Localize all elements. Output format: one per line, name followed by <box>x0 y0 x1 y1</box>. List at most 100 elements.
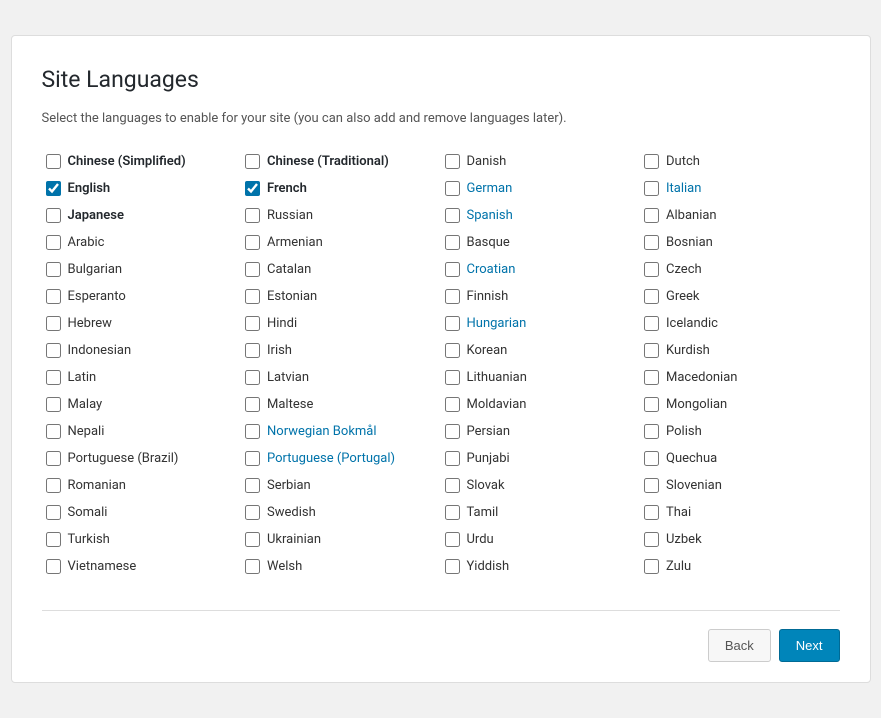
language-label-finnish[interactable]: Finnish <box>467 289 509 304</box>
language-label-portuguese-portugal[interactable]: Portuguese (Portugal) <box>267 451 395 466</box>
language-checkbox-persian[interactable] <box>445 424 460 439</box>
language-label-portuguese-brazil[interactable]: Portuguese (Brazil) <box>68 451 179 466</box>
language-label-korean[interactable]: Korean <box>467 343 508 358</box>
language-checkbox-greek[interactable] <box>644 289 659 304</box>
language-checkbox-zulu[interactable] <box>644 559 659 574</box>
language-checkbox-welsh[interactable] <box>245 559 260 574</box>
language-checkbox-albanian[interactable] <box>644 208 659 223</box>
language-label-yiddish[interactable]: Yiddish <box>467 559 510 574</box>
language-label-icelandic[interactable]: Icelandic <box>666 316 718 331</box>
language-checkbox-mongolian[interactable] <box>644 397 659 412</box>
language-checkbox-icelandic[interactable] <box>644 316 659 331</box>
language-label-esperanto[interactable]: Esperanto <box>68 289 126 304</box>
language-checkbox-french[interactable] <box>245 181 260 196</box>
language-label-serbian[interactable]: Serbian <box>267 478 311 493</box>
language-label-hindi[interactable]: Hindi <box>267 316 297 331</box>
language-checkbox-japanese[interactable] <box>46 208 61 223</box>
language-label-turkish[interactable]: Turkish <box>68 532 110 547</box>
language-checkbox-thai[interactable] <box>644 505 659 520</box>
language-label-estonian[interactable]: Estonian <box>267 289 317 304</box>
language-label-slovenian[interactable]: Slovenian <box>666 478 722 493</box>
language-checkbox-arabic[interactable] <box>46 235 61 250</box>
language-label-uzbek[interactable]: Uzbek <box>666 532 702 547</box>
language-checkbox-polish[interactable] <box>644 424 659 439</box>
language-label-croatian[interactable]: Croatian <box>467 262 516 277</box>
language-checkbox-norwegian-bokmal[interactable] <box>245 424 260 439</box>
language-label-nepali[interactable]: Nepali <box>68 424 105 439</box>
language-label-indonesian[interactable]: Indonesian <box>68 343 132 358</box>
language-label-bulgarian[interactable]: Bulgarian <box>68 262 123 277</box>
language-label-maltese[interactable]: Maltese <box>267 397 313 412</box>
language-label-german[interactable]: German <box>467 181 513 196</box>
language-label-armenian[interactable]: Armenian <box>267 235 323 250</box>
language-label-slovak[interactable]: Slovak <box>467 478 505 493</box>
language-label-english[interactable]: English <box>68 181 111 196</box>
language-label-basque[interactable]: Basque <box>467 235 510 250</box>
language-label-catalan[interactable]: Catalan <box>267 262 311 277</box>
language-checkbox-portuguese-portugal[interactable] <box>245 451 260 466</box>
language-checkbox-romanian[interactable] <box>46 478 61 493</box>
language-label-swedish[interactable]: Swedish <box>267 505 316 520</box>
language-checkbox-malay[interactable] <box>46 397 61 412</box>
language-checkbox-german[interactable] <box>445 181 460 196</box>
language-checkbox-maltese[interactable] <box>245 397 260 412</box>
language-label-urdu[interactable]: Urdu <box>467 532 494 547</box>
language-label-kurdish[interactable]: Kurdish <box>666 343 710 358</box>
language-label-latin[interactable]: Latin <box>68 370 97 385</box>
next-button[interactable]: Next <box>779 629 840 662</box>
language-checkbox-chinese-traditional[interactable] <box>245 154 260 169</box>
language-checkbox-hungarian[interactable] <box>445 316 460 331</box>
language-label-thai[interactable]: Thai <box>666 505 691 520</box>
language-checkbox-basque[interactable] <box>445 235 460 250</box>
language-checkbox-moldavian[interactable] <box>445 397 460 412</box>
language-checkbox-esperanto[interactable] <box>46 289 61 304</box>
language-label-french[interactable]: French <box>267 181 307 196</box>
language-checkbox-yiddish[interactable] <box>445 559 460 574</box>
language-label-arabic[interactable]: Arabic <box>68 235 105 250</box>
language-label-danish[interactable]: Danish <box>467 154 507 169</box>
language-label-norwegian-bokmal[interactable]: Norwegian Bokmål <box>267 424 377 439</box>
language-checkbox-chinese-simplified[interactable] <box>46 154 61 169</box>
language-label-moldavian[interactable]: Moldavian <box>467 397 527 412</box>
language-checkbox-hindi[interactable] <box>245 316 260 331</box>
language-label-chinese-traditional[interactable]: Chinese (Traditional) <box>267 154 389 169</box>
language-label-polish[interactable]: Polish <box>666 424 702 439</box>
language-label-persian[interactable]: Persian <box>467 424 511 439</box>
language-label-greek[interactable]: Greek <box>666 289 700 304</box>
language-label-macedonian[interactable]: Macedonian <box>666 370 737 385</box>
language-checkbox-bosnian[interactable] <box>644 235 659 250</box>
language-checkbox-indonesian[interactable] <box>46 343 61 358</box>
language-label-italian[interactable]: Italian <box>666 181 701 196</box>
language-checkbox-danish[interactable] <box>445 154 460 169</box>
language-checkbox-punjabi[interactable] <box>445 451 460 466</box>
language-checkbox-nepali[interactable] <box>46 424 61 439</box>
language-label-tamil[interactable]: Tamil <box>467 505 499 520</box>
language-label-ukrainian[interactable]: Ukrainian <box>267 532 321 547</box>
language-checkbox-dutch[interactable] <box>644 154 659 169</box>
language-checkbox-slovenian[interactable] <box>644 478 659 493</box>
language-label-welsh[interactable]: Welsh <box>267 559 302 574</box>
language-checkbox-bulgarian[interactable] <box>46 262 61 277</box>
language-label-hungarian[interactable]: Hungarian <box>467 316 527 331</box>
language-checkbox-macedonian[interactable] <box>644 370 659 385</box>
language-label-czech[interactable]: Czech <box>666 262 702 277</box>
language-checkbox-korean[interactable] <box>445 343 460 358</box>
language-label-punjabi[interactable]: Punjabi <box>467 451 510 466</box>
language-checkbox-catalan[interactable] <box>245 262 260 277</box>
language-checkbox-finnish[interactable] <box>445 289 460 304</box>
language-label-malay[interactable]: Malay <box>68 397 103 412</box>
language-checkbox-serbian[interactable] <box>245 478 260 493</box>
language-checkbox-english[interactable] <box>46 181 61 196</box>
language-checkbox-turkish[interactable] <box>46 532 61 547</box>
language-label-vietnamese[interactable]: Vietnamese <box>68 559 137 574</box>
language-checkbox-portuguese-brazil[interactable] <box>46 451 61 466</box>
language-checkbox-tamil[interactable] <box>445 505 460 520</box>
language-checkbox-swedish[interactable] <box>245 505 260 520</box>
language-label-spanish[interactable]: Spanish <box>467 208 513 223</box>
language-checkbox-latin[interactable] <box>46 370 61 385</box>
language-label-hebrew[interactable]: Hebrew <box>68 316 112 331</box>
language-label-romanian[interactable]: Romanian <box>68 478 127 493</box>
language-checkbox-hebrew[interactable] <box>46 316 61 331</box>
language-label-irish[interactable]: Irish <box>267 343 292 358</box>
language-label-mongolian[interactable]: Mongolian <box>666 397 727 412</box>
